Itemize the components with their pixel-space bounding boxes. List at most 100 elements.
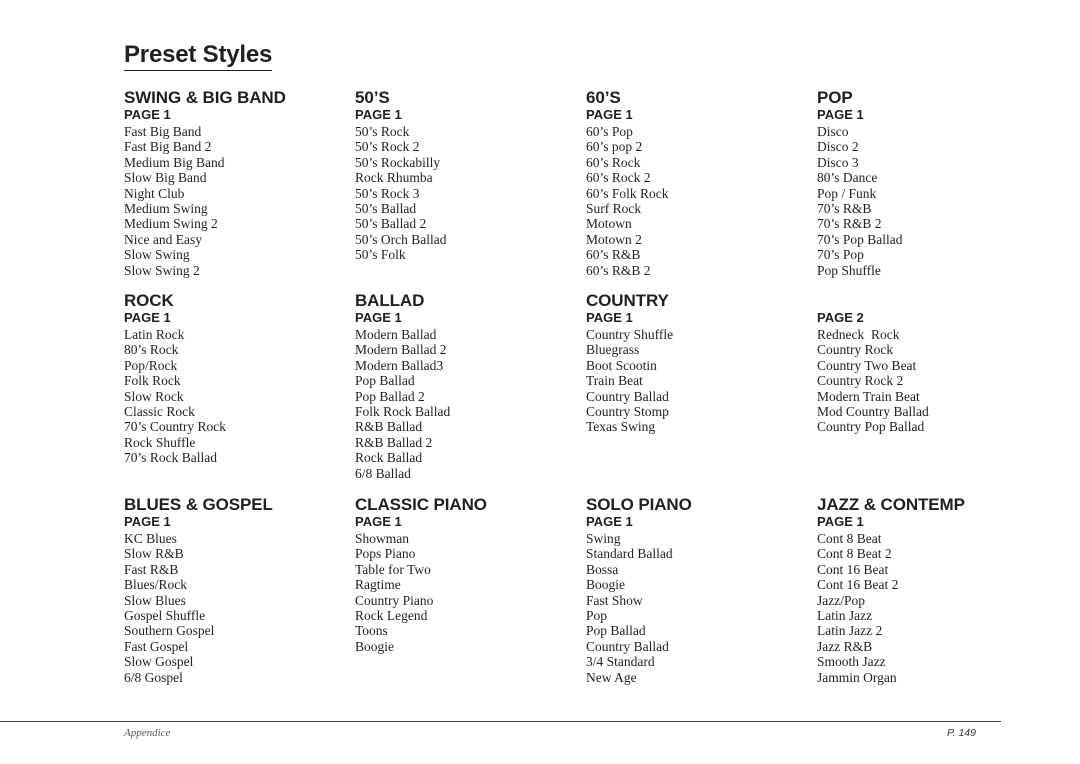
style-item: Country Ballad <box>586 388 669 404</box>
footer-section-label: Appendice <box>124 727 171 739</box>
style-item: Country Ballad <box>586 638 669 654</box>
style-item: Modern Train Beat <box>817 388 920 404</box>
style-item: Disco 3 <box>817 154 859 170</box>
style-item: Latin Jazz 2 <box>817 623 883 639</box>
style-list: 60’s Pop 60’s pop 2 60’s Rock 60’s Rock 2 60… <box>586 124 811 278</box>
style-item: Slow Big Band <box>124 170 207 186</box>
style-item: Country Rock <box>817 342 894 358</box>
style-item: Classic Rock <box>124 403 195 419</box>
style-item: Fast Big Band 2 <box>124 139 212 155</box>
style-item: Country Rock 2 <box>817 373 904 389</box>
style-item: Jazz R&B <box>817 638 873 654</box>
style-category: 50’S PAGE 1 50’s Rock 50’s Rock 2 50’s Rocka… <box>355 89 580 263</box>
category-title: POP <box>817 88 853 107</box>
style-category: 60’S PAGE 1 60’s Pop 60’s pop 2 60’s Rock 60’… <box>586 89 811 278</box>
style-item: 70’s Country Rock <box>124 419 227 435</box>
style-item: Cont 16 Beat <box>817 561 889 577</box>
page-label: PAGE 1 <box>355 107 402 122</box>
style-item: 50’s Rockabilly <box>355 154 441 170</box>
style-item: Night Club <box>124 185 185 201</box>
style-category: POP PAGE 1 Disco Disco 2 Disco 3 80’s Dance Po… <box>817 89 1042 278</box>
style-item: R&B Ballad <box>355 419 423 435</box>
page-label: PAGE 1 <box>817 107 864 122</box>
style-item: Fast Show <box>586 592 643 608</box>
style-item: 80’s Dance <box>817 170 878 186</box>
page-label: PAGE 2 <box>817 310 864 325</box>
category-title: 50’S <box>355 88 390 107</box>
style-item: Modern Ballad 2 <box>355 342 447 358</box>
style-item: Ragtime <box>355 577 401 593</box>
style-list: Fast Big Band Fast Big Band 2 Medium Big B… <box>124 124 349 278</box>
style-item: Blues/Rock <box>124 577 187 593</box>
style-item: R&B Ballad 2 <box>355 434 433 450</box>
style-list: Country Shuffle Bluegrass Boot Scootin Trai… <box>586 327 811 435</box>
style-item: Pops Piano <box>355 546 416 562</box>
style-item: Modern Ballad3 <box>355 357 444 373</box>
style-item: Pop Ballad <box>355 373 415 389</box>
style-item: Pop <box>586 607 608 623</box>
style-item: Rock Ballad <box>355 450 423 466</box>
style-category: SOLO PIANO PAGE 1 Swing Standard Ballad Boss… <box>586 496 811 685</box>
style-item: Country Pop Ballad <box>817 419 925 435</box>
style-list: Redneck Rock Country Rock Country Two Beat… <box>817 327 1042 435</box>
style-item: Slow Blues <box>124 592 186 608</box>
style-item: Train Beat <box>586 373 643 389</box>
style-item: Bluegrass <box>586 342 640 358</box>
category-title: COUNTRY <box>586 291 669 310</box>
style-list: Swing Standard Ballad Bossa Boogie Fast Show… <box>586 531 811 685</box>
style-item: Motown <box>586 216 632 232</box>
style-item: Slow Swing <box>124 247 190 263</box>
style-item: Motown 2 <box>586 231 642 247</box>
style-item: 60’s Rock <box>586 154 641 170</box>
style-item: Gospel Shuffle <box>124 607 206 623</box>
style-item: 60’s R&B <box>586 247 641 263</box>
style-list: 50’s Rock 50’s Rock 2 50’s Rockabilly Rock … <box>355 124 580 263</box>
style-item: Showman <box>355 531 409 546</box>
style-item: Country Shuffle <box>586 327 674 342</box>
style-item: Slow R&B <box>124 546 184 562</box>
style-item: 50’s Orch Ballad <box>355 231 447 247</box>
footer-divider <box>0 721 1001 722</box>
style-item: Rock Shuffle <box>124 434 196 450</box>
style-item: 50’s Rock 3 <box>355 185 420 201</box>
style-item: Jammin Organ <box>817 669 897 685</box>
style-category: JAZZ & CONTEMP PAGE 1 Cont 8 Beat Cont 8 Be… <box>817 496 1042 685</box>
style-item: Country Piano <box>355 592 434 608</box>
style-item: Fast Big Band <box>124 124 202 139</box>
style-item: 60’s pop 2 <box>586 139 643 155</box>
style-category: ROCK PAGE 1 Latin Rock 80’s Rock Pop/Rock Fol… <box>124 292 349 466</box>
style-item: Rock Rhumba <box>355 170 433 186</box>
style-item: Cont 16 Beat 2 <box>817 577 899 593</box>
style-item: New Age <box>586 669 637 685</box>
style-item: 60’s R&B 2 <box>586 262 651 278</box>
style-item: Folk Rock Ballad <box>355 403 451 419</box>
style-list: Showman Pops Piano Table for Two Ragtime Cou… <box>355 531 580 654</box>
category-title: ROCK <box>124 291 174 310</box>
style-item: Boogie <box>586 577 625 593</box>
page-label: PAGE 1 <box>355 514 402 529</box>
style-item: Slow Rock <box>124 388 184 404</box>
style-item: Medium Swing <box>124 200 208 216</box>
style-item: KC Blues <box>124 531 177 546</box>
style-item: 80’s Rock <box>124 342 179 358</box>
page-label: PAGE 1 <box>586 310 633 325</box>
style-item: 70’s Rock Ballad <box>124 450 217 466</box>
style-item: 6/8 Ballad <box>355 465 411 481</box>
page-label: PAGE 1 <box>817 514 864 529</box>
style-item: Texas Swing <box>586 419 656 435</box>
page-label: PAGE 1 <box>124 514 171 529</box>
style-item: Rock Legend <box>355 607 428 623</box>
page-title: Preset Styles <box>124 41 272 71</box>
style-item: Pop/Rock <box>124 357 178 373</box>
style-item: Country Stomp <box>586 403 669 419</box>
style-category: SWING & BIG BAND PAGE 1 Fast Big Band Fast … <box>124 89 349 278</box>
style-item: Redneck Rock <box>817 327 900 342</box>
page-label: PAGE 1 <box>124 107 171 122</box>
style-item: 70’s R&B 2 <box>817 216 882 232</box>
style-list: Cont 8 Beat Cont 8 Beat 2 Cont 16 Beat Cont… <box>817 531 1042 685</box>
style-item: Cont 8 Beat 2 <box>817 546 892 562</box>
style-item: Disco 2 <box>817 139 859 155</box>
style-item: Nice and Easy <box>124 231 202 247</box>
style-item: Pop Shuffle <box>817 262 881 278</box>
style-item: 70’s R&B <box>817 200 872 216</box>
